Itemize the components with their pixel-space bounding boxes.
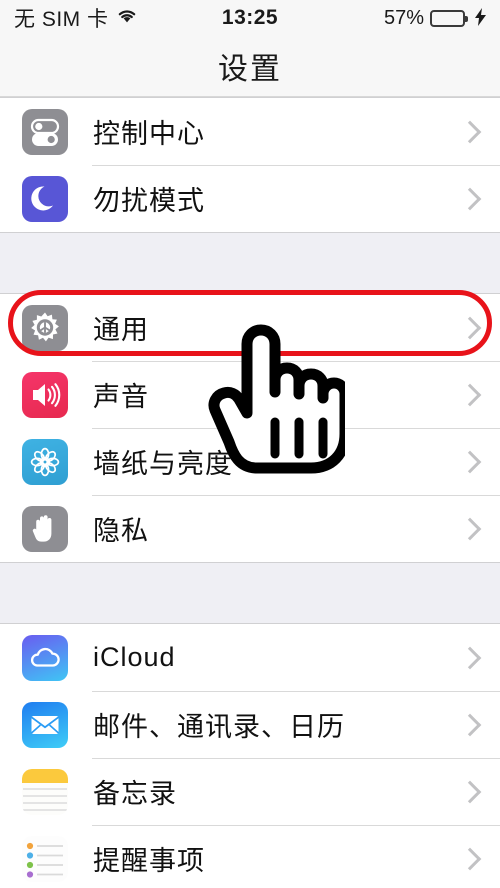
settings-row-label: 隐私: [93, 516, 149, 546]
reminders-icon: [22, 835, 68, 882]
notes-icon: [22, 768, 68, 815]
carrier-label: 无 SIM 卡: [14, 8, 109, 31]
control-center-icon: [22, 108, 68, 155]
page-title: 设置: [218, 53, 282, 86]
settings-row-reminders[interactable]: 提醒事项: [0, 825, 500, 888]
settings-row-label: iCloud: [93, 642, 176, 672]
settings-row-label: 通用: [93, 315, 149, 345]
settings-row-general[interactable]: 通用: [0, 294, 500, 361]
settings-row-icloud[interactable]: iCloud: [0, 624, 500, 691]
navigation-bar: 设置: [0, 36, 500, 97]
status-bar-right: 57%: [384, 7, 486, 30]
sounds-speaker-icon: [22, 371, 68, 418]
mail-envelope-icon: [22, 701, 68, 748]
status-bar: 无 SIM 卡 13:25 57%: [0, 0, 500, 36]
wifi-icon: [116, 6, 138, 30]
settings-row-label: 备忘录: [93, 779, 177, 809]
battery-icon: [430, 9, 468, 27]
icloud-cloud-icon: [22, 634, 68, 681]
settings-row-mail-contacts-calendars[interactable]: 邮件、通讯录、日历: [0, 691, 500, 758]
settings-row-control-center[interactable]: 控制中心: [0, 98, 500, 165]
settings-row-label: 控制中心: [93, 119, 205, 149]
settings-row-label: 邮件、通讯录、日历: [93, 712, 345, 742]
settings-row-label: 提醒事项: [93, 846, 205, 876]
settings-group-1: 控制中心 勿扰模式: [0, 97, 500, 233]
wallpaper-brightness-icon: [22, 438, 68, 485]
chevron-right-icon: [458, 713, 482, 736]
settings-group-2: 通用 声音 墙纸与亮度 隐私: [0, 293, 500, 563]
do-not-disturb-icon: [22, 175, 68, 222]
chevron-right-icon: [458, 383, 482, 406]
settings-row-label: 勿扰模式: [93, 186, 205, 216]
chevron-right-icon: [458, 780, 482, 803]
charging-bolt-icon: [475, 7, 486, 29]
battery-percent-label: 57%: [383, 6, 424, 29]
settings-row-notes[interactable]: 备忘录: [0, 758, 500, 825]
status-bar-left: 无 SIM 卡: [14, 3, 138, 33]
settings-list[interactable]: 控制中心 勿扰模式 通用 声音 墙纸与亮度 隐私 iCloud 邮件、通讯录、日…: [0, 97, 500, 888]
privacy-hand-icon: [22, 505, 68, 552]
group-separator-1: [0, 233, 500, 293]
settings-row-do-not-disturb[interactable]: 勿扰模式: [0, 165, 500, 232]
chevron-right-icon: [458, 847, 482, 870]
settings-row-sounds[interactable]: 声音: [0, 361, 500, 428]
chevron-right-icon: [458, 646, 482, 669]
group-separator-2: [0, 563, 500, 623]
chevron-right-icon: [458, 517, 482, 540]
general-gear-icon: [22, 304, 68, 351]
settings-row-label: 声音: [93, 382, 149, 412]
settings-group-3: iCloud 邮件、通讯录、日历 备忘录 提醒事项: [0, 623, 500, 888]
settings-row-wallpaper-brightness[interactable]: 墙纸与亮度: [0, 428, 500, 495]
settings-row-label: 墙纸与亮度: [93, 449, 233, 479]
settings-row-privacy[interactable]: 隐私: [0, 495, 500, 562]
chevron-right-icon: [458, 316, 482, 339]
chevron-right-icon: [458, 120, 482, 143]
chevron-right-icon: [458, 187, 482, 210]
chevron-right-icon: [458, 450, 482, 473]
